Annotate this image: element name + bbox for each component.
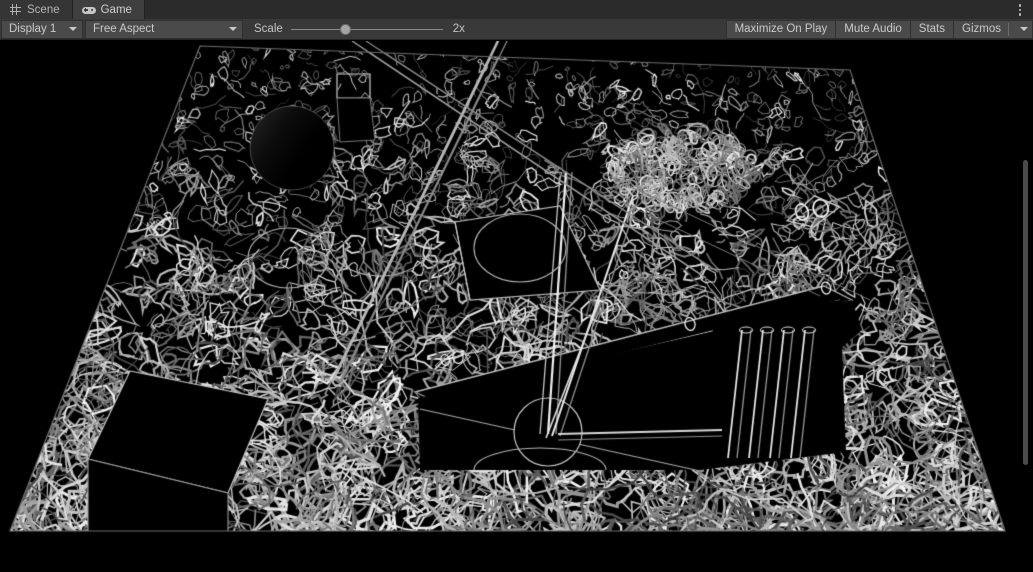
editor-tabstrip: Scene Game xyxy=(0,0,1033,19)
mute-audio-label: Mute Audio xyxy=(844,23,902,35)
game-viewport[interactable] xyxy=(0,41,1033,572)
scale-control-group: Scale 2x xyxy=(248,20,479,39)
scale-value: 2x xyxy=(452,23,465,35)
tabstrip-filler xyxy=(144,0,1033,19)
chevron-down-icon xyxy=(69,27,77,31)
mute-audio-button[interactable]: Mute Audio xyxy=(835,19,910,39)
scale-label: Scale xyxy=(254,23,283,35)
display-dropdown-value: Display 1 xyxy=(9,23,57,35)
scale-slider-handle[interactable] xyxy=(340,24,351,35)
gizmos-button[interactable]: Gizmos xyxy=(953,19,1033,39)
gizmos-separator xyxy=(1008,22,1009,36)
maximize-on-play-label: Maximize On Play xyxy=(734,23,828,35)
grid-icon xyxy=(9,3,22,16)
scale-slider[interactable] xyxy=(290,22,443,36)
display-dropdown[interactable]: Display 1 xyxy=(1,19,83,39)
chevron-down-icon xyxy=(229,27,237,31)
maximize-on-play-button[interactable]: Maximize On Play xyxy=(725,19,836,39)
tab-scene[interactable]: Scene xyxy=(0,0,73,19)
aspect-ratio-dropdown[interactable]: Free Aspect xyxy=(85,19,243,39)
tab-scene-label: Scene xyxy=(27,3,60,16)
gizmos-label: Gizmos xyxy=(962,23,1001,35)
game-view-toolbar: Display 1 Free Aspect Scale 2x Maximize … xyxy=(0,19,1033,40)
kebab-menu-icon[interactable] xyxy=(1013,3,1026,17)
stats-button[interactable]: Stats xyxy=(909,19,954,39)
tab-game-label: Game xyxy=(100,3,132,16)
unity-game-window: Scene Game Display 1 Free Aspect Scale 2… xyxy=(0,0,1033,572)
vertical-scrollbar[interactable] xyxy=(1023,160,1028,465)
aspect-dropdown-value: Free Aspect xyxy=(93,23,155,35)
chevron-down-icon[interactable] xyxy=(1020,27,1028,31)
tab-game[interactable]: Game xyxy=(72,0,145,19)
game-render-canvas[interactable] xyxy=(0,41,1033,572)
scale-slider-track xyxy=(290,28,443,30)
gamepad-icon xyxy=(81,3,96,16)
stats-label: Stats xyxy=(918,23,946,35)
